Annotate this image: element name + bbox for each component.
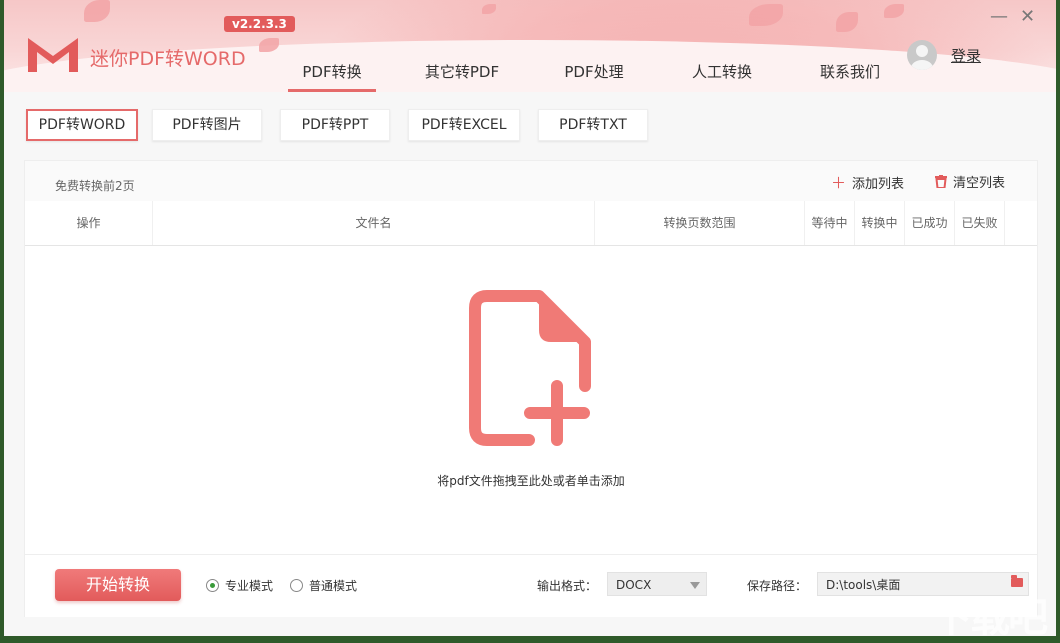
app-logo-icon xyxy=(28,38,78,72)
drop-hint: 将pdf文件拖拽至此处或者单击添加 xyxy=(437,474,625,488)
col-waiting: 等待中 xyxy=(805,201,855,245)
radio-dot xyxy=(290,579,303,592)
avatar[interactable] xyxy=(907,40,937,70)
add-list-button[interactable]: ＋添加列表 xyxy=(831,172,904,193)
minimize-button[interactable]: — xyxy=(990,6,1008,27)
tab-pdf-to-image[interactable]: PDF转图片 xyxy=(152,109,262,141)
col-failed: 已失败 xyxy=(955,201,1005,245)
tab-pdf-to-ppt[interactable]: PDF转PPT xyxy=(280,109,390,141)
output-format-label: 输出格式： xyxy=(537,579,598,593)
plus-icon: ＋ xyxy=(831,174,847,192)
file-list-panel: 免费转换前2页 ＋添加列表 清空列表 操作 文件名 转换页数范围 等待中 转换中… xyxy=(24,160,1038,617)
petal-decoration xyxy=(84,0,110,22)
nav-pdf-convert[interactable]: PDF转换 xyxy=(288,58,376,92)
app-window: 迷你PDF转WORD v2.2.3.3 PDF转换 其它转PDF PDF处理 人… xyxy=(4,0,1056,636)
nav-other-to-pdf[interactable]: 其它转PDF xyxy=(414,58,510,92)
output-format-select[interactable]: DOCX xyxy=(607,572,707,596)
app-title: 迷你PDF转WORD xyxy=(90,48,246,70)
nav-contact-us[interactable]: 联系我们 xyxy=(806,58,894,92)
start-convert-button[interactable]: 开始转换 xyxy=(55,569,181,601)
nav-pdf-process[interactable]: PDF处理 xyxy=(550,58,638,92)
tab-pdf-to-word[interactable]: PDF转WORD xyxy=(26,109,138,141)
header: 迷你PDF转WORD v2.2.3.3 PDF转换 其它转PDF PDF处理 人… xyxy=(4,0,1056,92)
free-note: 免费转换前2页 xyxy=(55,179,135,193)
col-success: 已成功 xyxy=(905,201,955,245)
dropdown-arrow-icon xyxy=(690,582,700,589)
radio-normal-mode[interactable]: 普通模式 xyxy=(290,577,357,594)
save-path-label: 保存路径： xyxy=(747,579,808,593)
col-page-range: 转换页数范围 xyxy=(595,201,805,245)
login-link[interactable]: 登录 xyxy=(951,45,981,66)
radio-dot xyxy=(206,579,219,592)
col-filename: 文件名 xyxy=(153,201,595,245)
tab-pdf-to-txt[interactable]: PDF转TXT xyxy=(538,109,648,141)
col-action: 操作 xyxy=(25,201,153,245)
radio-pro-mode[interactable]: 专业模式 xyxy=(206,577,273,594)
trash-icon xyxy=(935,175,947,189)
panel-toolbar: 免费转换前2页 ＋添加列表 清空列表 xyxy=(25,161,1037,201)
col-converting: 转换中 xyxy=(855,201,905,245)
close-button[interactable]: ✕ xyxy=(1020,6,1035,27)
watermark: 下载吧 xyxy=(932,595,1048,641)
file-add-icon xyxy=(469,290,591,446)
clear-list-button[interactable]: 清空列表 xyxy=(935,172,1005,191)
table-header: 操作 文件名 转换页数范围 等待中 转换中 已成功 已失败 xyxy=(25,201,1037,246)
nav-manual-convert[interactable]: 人工转换 xyxy=(678,58,766,92)
bottom-bar: 开始转换 专业模式 普通模式 输出格式： DOCX 保存路径： D:\tools… xyxy=(25,554,1037,617)
user-icon xyxy=(911,45,933,70)
version-badge: v2.2.3.3 xyxy=(224,16,295,32)
tab-pdf-to-excel[interactable]: PDF转EXCEL xyxy=(408,109,520,141)
file-drop-zone[interactable]: 将pdf文件拖拽至此处或者单击添加 xyxy=(25,246,1037,554)
